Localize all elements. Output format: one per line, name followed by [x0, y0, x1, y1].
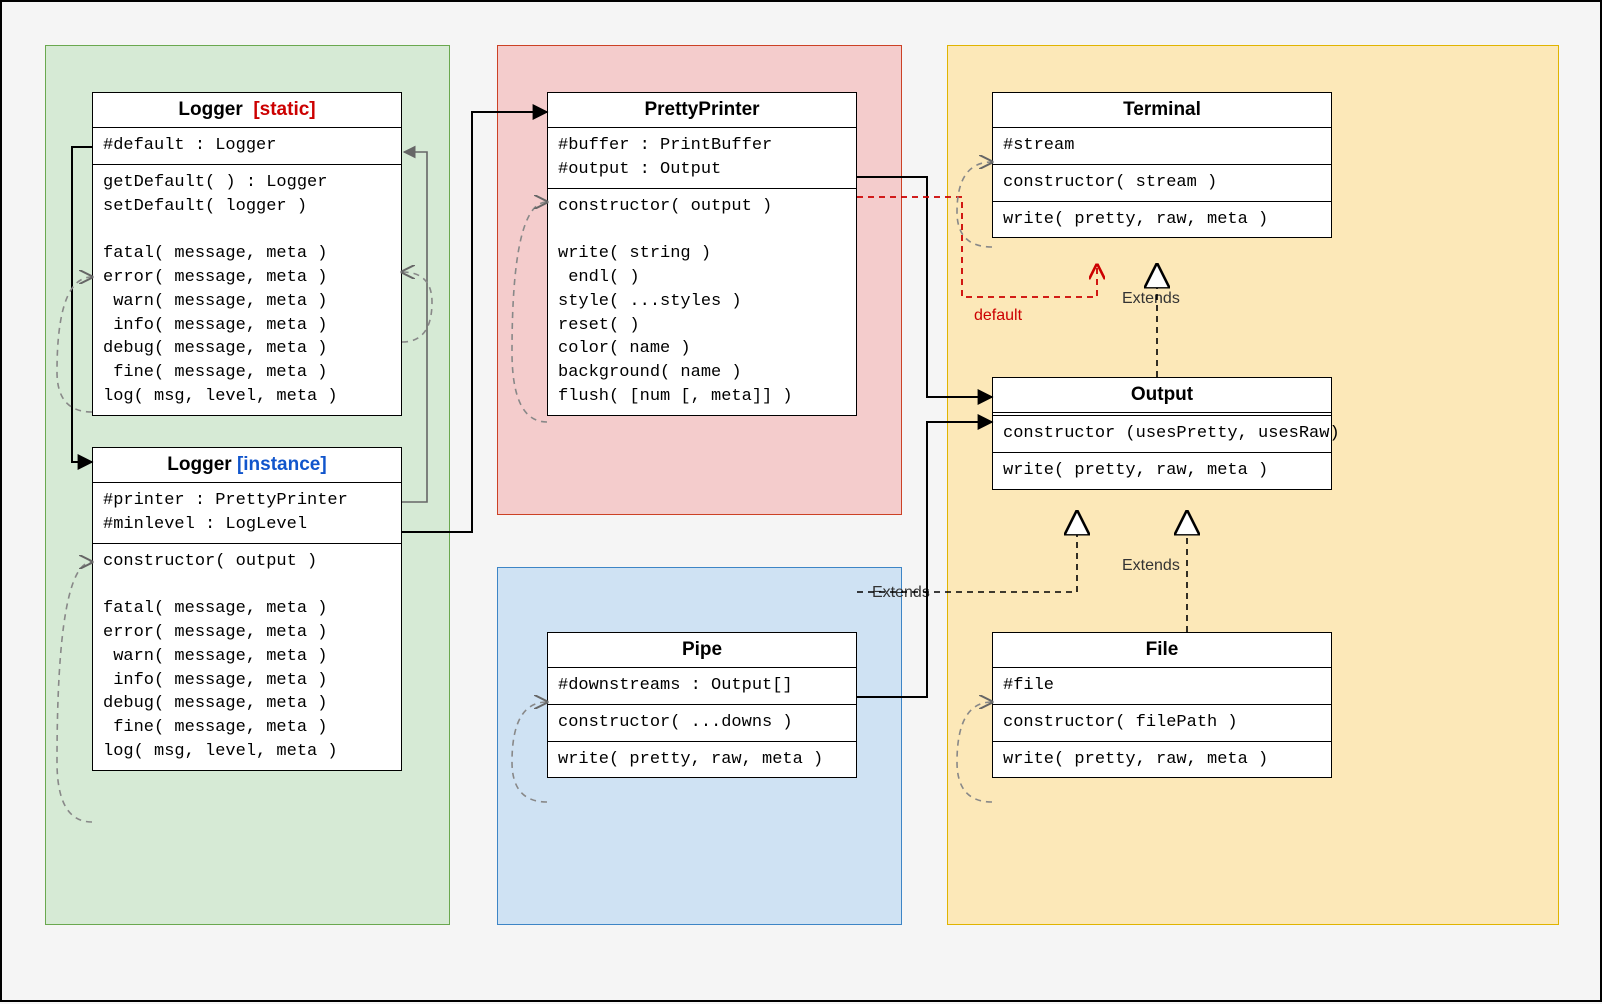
class-ops2: write( pretty, raw, meta )	[548, 742, 856, 778]
class-title: Pipe	[548, 633, 856, 668]
class-title: Logger [instance]	[93, 448, 401, 483]
class-ops: getDefault( ) : Logger setDefault( logge…	[93, 165, 401, 415]
class-ops: constructor( output ) fatal( message, me…	[93, 544, 401, 770]
class-tag: [instance]	[237, 454, 327, 475]
class-name: Logger	[178, 99, 242, 120]
class-attrs: #printer : PrettyPrinter #minlevel : Log…	[93, 483, 401, 544]
class-attrs: #buffer : PrintBuffer #output : Output	[548, 128, 856, 189]
class-ops2: write( pretty, raw, meta )	[993, 742, 1331, 778]
class-tag: [static]	[253, 99, 315, 120]
class-output: Output constructor (usesPretty, usesRaw)…	[992, 377, 1332, 490]
class-title: Logger [static]	[93, 93, 401, 128]
class-title: Output	[993, 378, 1331, 416]
class-attrs: #default : Logger	[93, 128, 401, 165]
class-ops: constructor( stream )	[993, 165, 1331, 202]
class-attrs: #stream	[993, 128, 1331, 165]
class-name: Logger	[167, 454, 231, 475]
class-ops: constructor( filePath )	[993, 705, 1331, 742]
label-extends: Extends	[1122, 290, 1180, 308]
class-pipe: Pipe #downstreams : Output[] constructor…	[547, 632, 857, 778]
class-ops: constructor (usesPretty, usesRaw)	[993, 416, 1331, 453]
class-logger-static: Logger [static] #default : Logger getDef…	[92, 92, 402, 416]
class-ops2: write( pretty, raw, meta )	[993, 202, 1331, 238]
label-extends: Extends	[872, 584, 930, 602]
class-prettyprinter: PrettyPrinter #buffer : PrintBuffer #out…	[547, 92, 857, 416]
class-attrs: #downstreams : Output[]	[548, 668, 856, 705]
diagram-canvas: Logger [static] #default : Logger getDef…	[0, 0, 1602, 1002]
class-ops: constructor( ...downs )	[548, 705, 856, 742]
class-ops: constructor( output ) write( string ) en…	[548, 189, 856, 415]
label-default: default	[974, 307, 1022, 325]
class-logger-instance: Logger [instance] #printer : PrettyPrint…	[92, 447, 402, 771]
class-title: PrettyPrinter	[548, 93, 856, 128]
class-file: File #file constructor( filePath ) write…	[992, 632, 1332, 778]
class-attrs: #file	[993, 668, 1331, 705]
class-title: Terminal	[993, 93, 1331, 128]
class-terminal: Terminal #stream constructor( stream ) w…	[992, 92, 1332, 238]
class-ops2: write( pretty, raw, meta )	[993, 453, 1331, 489]
label-extends: Extends	[1122, 557, 1180, 575]
class-title: File	[993, 633, 1331, 668]
